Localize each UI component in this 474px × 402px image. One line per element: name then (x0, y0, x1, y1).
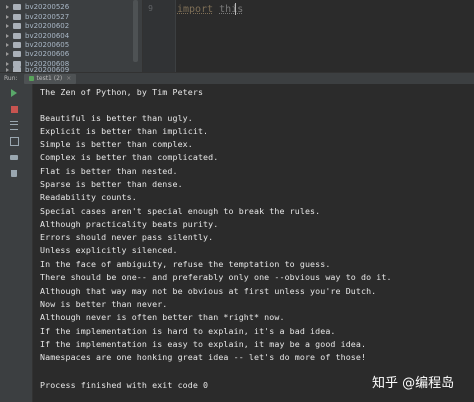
run-toolbar (0, 84, 33, 402)
print-button[interactable] (8, 152, 20, 162)
editor-gutter: 9 (143, 0, 175, 72)
restore-layout-button[interactable] (8, 136, 20, 146)
console-line: If the implementation is hard to explain… (40, 326, 336, 336)
console-line: Flat is better than nested. (40, 166, 178, 176)
console-line: The Zen of Python, by Tim Peters (40, 87, 204, 97)
stop-button[interactable] (8, 104, 20, 114)
console-output[interactable]: The Zen of Python, by Tim Peters Beautif… (40, 84, 470, 402)
code-line[interactable]: import this (177, 4, 243, 15)
chevron-right-icon[interactable] (5, 14, 11, 20)
console-line: Beautiful is better than ugly. (40, 113, 193, 123)
rerun-button[interactable] (8, 88, 20, 98)
console-line: Explicit is better than implicit. (40, 126, 209, 136)
layout-icon (9, 136, 19, 146)
folder-icon (13, 23, 21, 29)
trash-icon (11, 169, 17, 177)
console-line: Readability counts. (40, 192, 137, 202)
console-line: Now is better than never. (40, 299, 168, 309)
console-line: Although never is often better than *rig… (40, 312, 285, 322)
module-name: this (219, 4, 244, 15)
project-folder[interactable]: bv20200602 (5, 21, 69, 31)
line-number: 9 (148, 4, 153, 13)
stop-icon (10, 105, 18, 113)
editor-area: bv20200526 bv20200527 bv20200602 bv20200… (0, 0, 474, 72)
text-caret (235, 3, 236, 15)
soft-wrap-button[interactable] (8, 120, 20, 130)
folder-label: bv20200606 (25, 50, 70, 58)
wrap-icon (10, 120, 18, 130)
chevron-right-icon[interactable] (5, 23, 11, 29)
console-line: Special cases aren't special enough to b… (40, 206, 321, 216)
gutter-divider (175, 0, 176, 72)
chevron-right-icon[interactable] (5, 51, 11, 57)
project-folder[interactable]: bv20200609 (5, 65, 69, 72)
folder-label: bv20200526 (25, 3, 70, 11)
folder-label: bv20200604 (25, 32, 70, 40)
console-line: Errors should never pass silently. (40, 232, 214, 242)
run-label: Run: (4, 75, 18, 82)
chevron-right-icon[interactable] (5, 4, 11, 10)
folder-icon (13, 33, 21, 39)
folder-icon (13, 42, 21, 48)
folder-label: bv20200527 (25, 13, 70, 21)
project-scrollbar[interactable] (133, 0, 138, 62)
console-line: If the implementation is easy to explain… (40, 339, 367, 349)
watermark: 知乎 @编程岛 (372, 376, 455, 391)
project-panel: bv20200526 bv20200527 bv20200602 bv20200… (0, 0, 143, 72)
folder-icon (13, 4, 21, 10)
close-icon[interactable]: × (66, 75, 71, 82)
play-icon (11, 89, 17, 97)
console-line: There should be one-- and preferably onl… (40, 272, 392, 282)
chevron-right-icon[interactable] (5, 33, 11, 39)
folder-label: bv20200605 (25, 41, 70, 49)
console-line: In the face of ambiguity, refuse the tem… (40, 259, 331, 269)
folder-icon (13, 14, 21, 20)
console-line: Sparse is better than dense. (40, 179, 183, 189)
console-line: Complex is better than complicated. (40, 152, 219, 162)
run-tab-label: test1 (2) (36, 75, 63, 82)
console-line: Simple is better than complex. (40, 139, 193, 149)
console-line: Namespaces are one honking great idea --… (40, 352, 367, 362)
clear-button[interactable] (8, 168, 20, 178)
console-line: Although that way may not be obvious at … (40, 286, 377, 296)
folder-icon (13, 51, 21, 57)
console-line: Unless explicitly silenced. (40, 245, 178, 255)
console-line: Process finished with exit code 0 (40, 380, 209, 390)
chevron-right-icon[interactable] (5, 42, 11, 48)
folder-label: bv20200602 (25, 22, 70, 30)
run-tool-header: Run: test1 (2) × (0, 72, 474, 84)
project-folder[interactable]: bv20200606 (5, 49, 69, 59)
console-line: Although practicality beats purity. (40, 219, 219, 229)
project-folder[interactable]: bv20200526 (5, 2, 69, 12)
import-keyword: import (177, 4, 214, 15)
python-run-icon (28, 76, 34, 81)
run-tab[interactable]: test1 (2) × (23, 73, 77, 84)
print-icon (10, 154, 18, 160)
